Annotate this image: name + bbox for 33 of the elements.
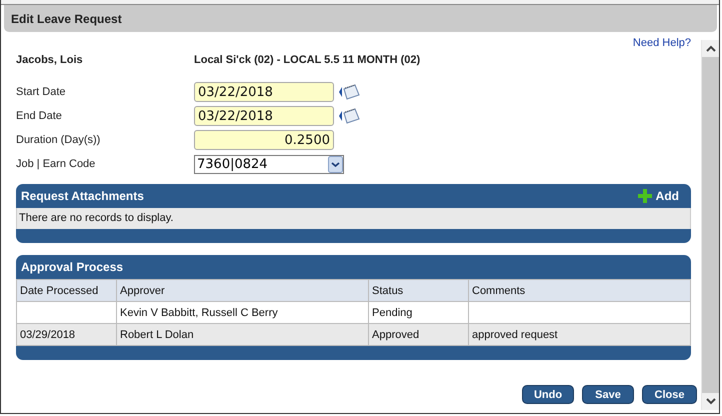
column-header: Status (368, 280, 468, 302)
field-label: Job | Earn Code (16, 158, 96, 170)
empty-message: There are no records to display. (16, 208, 691, 229)
scroll-down-icon[interactable] (706, 398, 716, 405)
column-header: Approver (116, 280, 368, 302)
date-field[interactable]: 03/22/2018 (194, 106, 334, 126)
scroll-up-icon[interactable] (706, 45, 716, 52)
duration-field[interactable]: 0.2500 (194, 130, 334, 150)
plus-icon (638, 189, 652, 203)
dialog-button[interactable]: Undo (522, 385, 574, 404)
table-cell: approved request (468, 324, 690, 346)
employee-name: Jacobs, Lois (16, 54, 84, 66)
field-label: End Date (16, 110, 63, 122)
dialog-title: Edit Leave Request (4, 5, 717, 32)
earn-code-dropdown[interactable]: 7360|0824 (194, 154, 344, 174)
calendar-icon[interactable] (338, 84, 360, 100)
table-cell: Approved (368, 324, 468, 346)
leave-type: Local Si'ck (02) - LOCAL 5.5 11 MONTH (02) (194, 54, 420, 66)
table-cell: Robert L Dolan (116, 324, 368, 346)
field-label: Duration (Day(s)) (16, 134, 102, 146)
table-cell: 03/29/2018 (16, 324, 116, 346)
panel-title: Approval Process (21, 260, 124, 274)
column-header: Date Processed (16, 280, 116, 302)
field-label: Start Date (16, 86, 67, 98)
date-field[interactable]: 03/22/2018 (194, 82, 334, 102)
help-link[interactable]: Need Help? (632, 37, 691, 49)
calendar-icon[interactable] (338, 108, 360, 124)
add-button[interactable]: Add (638, 189, 679, 203)
scrollbar[interactable] (701, 40, 719, 410)
dialog-button[interactable]: Close (642, 385, 697, 404)
dialog-button[interactable]: Save (582, 385, 634, 404)
panel-title: Request Attachments (21, 189, 144, 203)
column-header: Comments (468, 280, 690, 302)
